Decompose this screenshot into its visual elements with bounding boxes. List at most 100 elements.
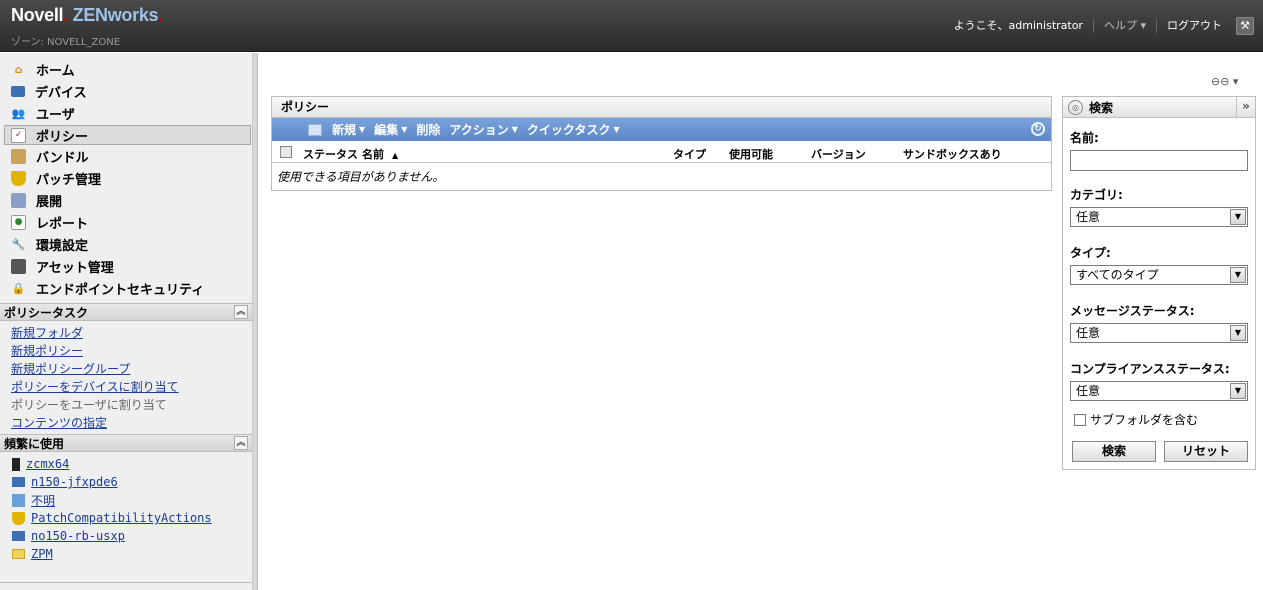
chevron-down-icon[interactable]: ▼ (1230, 383, 1246, 399)
task-assign-to-user: ポリシーをユーザに割り当て (11, 398, 167, 412)
nav-item-configuration[interactable]: 🔧 環境設定 (0, 233, 252, 255)
tools-icon[interactable]: ⚒ (1236, 17, 1254, 35)
name-input[interactable] (1070, 150, 1248, 171)
nav-label: ホーム (36, 63, 75, 79)
search-buttons: 検索 リセット (1072, 441, 1255, 462)
nav-item-policies[interactable]: ✓ ポリシー (4, 125, 251, 145)
nav-item-patch[interactable]: パッチ管理 (0, 167, 252, 189)
category-value: 任意 (1076, 210, 1101, 224)
column-version[interactable]: バージョン (811, 146, 866, 162)
list-item[interactable]: zcmx64 (0, 455, 252, 473)
message-status-select[interactable]: 任意 ▼ (1070, 323, 1248, 343)
brand-product: ZENworks (72, 5, 159, 25)
unknown-icon (12, 493, 25, 507)
action-label: アクション (449, 123, 509, 137)
compliance-status-label: コンプライアンスステータス: (1070, 362, 1230, 376)
column-enabled[interactable]: 使用可能 (729, 146, 773, 162)
collapse-panel-icon[interactable]: » (1236, 97, 1255, 117)
list-item[interactable]: PatchCompatibilityActions (0, 509, 252, 527)
monitor-icon (12, 531, 25, 541)
logout-link[interactable]: ログアウト (1157, 19, 1232, 33)
frequent-item-label[interactable]: 不明 (31, 492, 55, 509)
nav-label: パッチ管理 (36, 172, 102, 188)
quick-task-menu[interactable]: クイックタスク ▼ (527, 121, 620, 138)
panel-splitter[interactable] (253, 53, 258, 590)
type-select[interactable]: すべてのタイプ ▼ (1070, 265, 1248, 285)
include-subfolders[interactable]: サブフォルダを含む (1074, 411, 1255, 428)
chevron-down-icon: ▼ (401, 125, 408, 134)
nav-item-devices[interactable]: デバイス (0, 80, 252, 102)
select-all-checkbox[interactable] (280, 145, 292, 158)
nav-item-bundles[interactable]: バンドル (0, 145, 252, 167)
collapse-icon[interactable]: ︽ (234, 305, 248, 319)
nav-label: 環境設定 (36, 238, 89, 254)
task-assign-to-device[interactable]: ポリシーをデバイスに割り当て (0, 378, 252, 396)
wrench-icon: 🔧 (11, 237, 26, 251)
chevron-down-icon[interactable]: ▼ (1230, 209, 1246, 225)
header-actions: ようこそ、administrator ヘルプ ▾ ログアウト ⚒ (944, 0, 1263, 52)
category-label: カテゴリ: (1070, 188, 1123, 202)
search-icon: ◎ (1068, 99, 1083, 115)
chevron-down-icon: ▾ (1136, 19, 1146, 32)
edit-label: 編集 (374, 123, 399, 137)
list-item[interactable]: ZPM (0, 545, 252, 563)
home-icon: ⌂ (14, 62, 23, 76)
main-nav-list: ⌂ ホーム デバイス 👥 ユーザ ✓ ポリシー バンドル パッチ管理 展開 ● (0, 53, 252, 299)
task-new-policy-group[interactable]: 新規ポリシーグループ (0, 360, 252, 378)
new-menu[interactable]: 新規 ▼ (332, 121, 365, 138)
quick-task-label: クイックタスク (526, 123, 611, 137)
nav-item-users[interactable]: 👥 ユーザ (0, 102, 252, 124)
reset-button[interactable]: リセット (1164, 441, 1248, 462)
chevron-down-icon[interactable]: ▼ (1230, 325, 1246, 341)
list-item[interactable]: n150-jfxpde6 (0, 473, 252, 491)
link-icon[interactable]: ⊖⊖ ▾ (1211, 75, 1238, 88)
list-item[interactable]: no150-rb-usxp (0, 527, 252, 545)
frequent-item-label[interactable]: PatchCompatibilityActions (31, 511, 212, 525)
task-new-folder[interactable]: 新規フォルダ (0, 324, 252, 342)
column-sandbox[interactable]: サンドボックスあり (903, 146, 1002, 162)
help-menu[interactable]: ヘルプ ▾ (1094, 19, 1157, 33)
nav-divider (0, 582, 253, 583)
nav-item-deployment[interactable]: 展開 (0, 189, 252, 211)
category-select[interactable]: 任意 ▼ (1070, 207, 1248, 227)
task-new-policy[interactable]: 新規ポリシー (0, 342, 252, 360)
shield-icon (11, 170, 26, 186)
frequent-item-label[interactable]: zcmx64 (26, 457, 69, 471)
nav-item-assets[interactable]: アセット管理 (0, 255, 252, 277)
action-menu[interactable]: アクション ▼ (449, 121, 518, 138)
up-folder-icon[interactable] (308, 123, 322, 136)
frequent-item-label[interactable]: ZPM (31, 547, 53, 561)
column-name[interactable]: 名前 ▲ (362, 146, 398, 162)
frequent-item-label[interactable]: no150-rb-usxp (31, 529, 125, 543)
search-button[interactable]: 検索 (1072, 441, 1156, 462)
report-icon: ● (11, 214, 26, 230)
name-label: 名前: (1070, 131, 1099, 145)
nav-item-home[interactable]: ⌂ ホーム (0, 58, 252, 80)
policy-tasks-list: 新規フォルダ 新規ポリシー 新規ポリシーグループ ポリシーをデバイスに割り当て … (0, 321, 252, 432)
brand-dot: . (63, 5, 68, 25)
nav-item-reports[interactable]: ● レポート (0, 211, 252, 233)
chevron-down-icon[interactable]: ▼ (1230, 267, 1246, 283)
column-name-label: 名前 (362, 148, 384, 161)
delete-button[interactable]: 削除 (416, 121, 440, 138)
collapse-icon[interactable]: ︽ (234, 436, 248, 450)
refresh-icon[interactable]: ↻ (1031, 122, 1045, 136)
column-status[interactable]: ステータス (303, 146, 358, 162)
frequent-item-label[interactable]: n150-jfxpde6 (31, 475, 118, 489)
include-subfolders-checkbox[interactable] (1074, 413, 1086, 426)
nav-item-endpoint-security[interactable]: 🔒 エンドポイントセキュリティ (0, 277, 252, 299)
compliance-status-select[interactable]: 任意 ▼ (1070, 381, 1248, 401)
task-specify-content[interactable]: コンテンツの指定 (0, 414, 252, 432)
frequently-used-title: 頻繁に使用 (4, 436, 65, 451)
search-panel: ◎ 検索 » 名前: カテゴリ: 任意 ▼ タイプ: すべてのタイプ ▼ メッセ… (1062, 96, 1256, 470)
list-item[interactable]: 不明 (0, 491, 252, 509)
nav-label: 展開 (36, 194, 63, 210)
type-value: すべてのタイプ (1076, 268, 1159, 282)
table-header: ステータス 名前 ▲ タイプ 使用可能 バージョン サンドボックスあり (272, 141, 1051, 163)
column-type[interactable]: タイプ (673, 146, 706, 162)
policy-icon: ✓ (11, 127, 26, 143)
edit-menu[interactable]: 編集 ▼ (374, 121, 407, 138)
users-icon: 👥 (11, 106, 26, 120)
policy-toolbar: 新規 ▼ 編集 ▼ 削除 アクション ▼ クイックタスク ▼ ↻ (272, 118, 1051, 141)
sort-asc-icon: ▲ (392, 151, 399, 160)
